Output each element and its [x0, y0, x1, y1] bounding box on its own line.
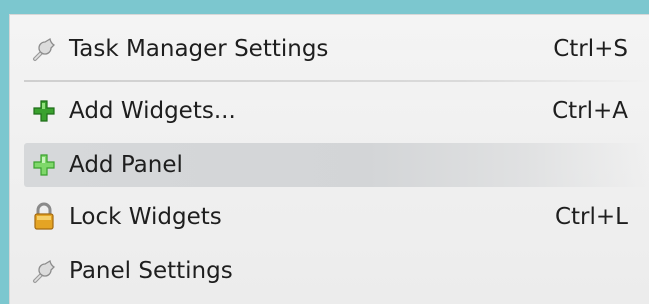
lock-icon — [29, 202, 59, 232]
menu-item-label: Add Panel — [69, 152, 183, 178]
menu-item-shortcut: Ctrl+A — [552, 98, 628, 124]
plus-icon — [29, 150, 59, 180]
context-menu: Task Manager Settings Ctrl+S Add Widgets… — [9, 14, 649, 304]
menu-item-shortcut: Ctrl+S — [553, 36, 628, 62]
wrench-icon — [29, 256, 59, 286]
menu-item-label: Lock Widgets — [69, 204, 222, 230]
menu-item-label: Task Manager Settings — [69, 36, 329, 62]
menu-item-task-manager-settings[interactable]: Task Manager Settings Ctrl+S — [24, 27, 649, 71]
menu-item-label: Panel Settings — [69, 258, 233, 284]
menu-separator — [24, 80, 649, 82]
menu-item-panel-settings[interactable]: Panel Settings — [24, 249, 649, 293]
plus-icon — [29, 96, 59, 126]
menu-item-shortcut: Ctrl+L — [554, 204, 628, 230]
menu-item-label: Add Widgets... — [69, 98, 236, 124]
menu-item-add-panel[interactable]: Add Panel — [24, 143, 649, 187]
wrench-icon — [29, 34, 59, 64]
menu-item-lock-widgets[interactable]: Lock Widgets Ctrl+L — [24, 195, 649, 239]
menu-item-add-widgets[interactable]: Add Widgets... Ctrl+A — [24, 89, 649, 133]
